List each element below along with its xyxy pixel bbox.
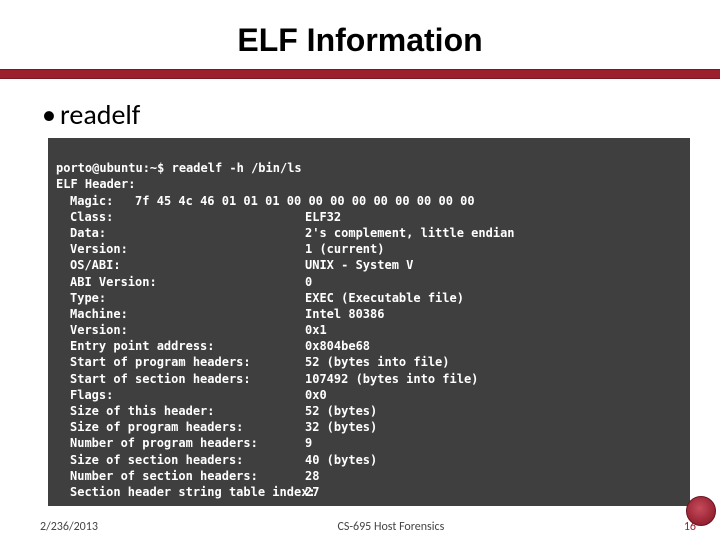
terminal-key: Entry point address: [70,338,305,354]
terminal-row: Start of program headers:52 (bytes into … [56,354,682,370]
bullet-dot: • [42,97,60,132]
magic-value: 7f 45 4c 46 01 01 01 00 00 00 00 00 00 0… [135,194,475,208]
terminal-key: Number of section headers: [70,468,305,484]
terminal-row: Size of section headers:40 (bytes) [56,452,682,468]
terminal-key: Version: [70,241,305,257]
terminal-key: Flags: [70,387,305,403]
terminal-row: OS/ABI:UNIX - System V [56,257,682,273]
terminal-row: Class:ELF32 [56,209,682,225]
terminal-row: Start of section headers:107492 (bytes i… [56,371,682,387]
terminal-block: porto@ubuntu:~$ readelf -h /bin/ls ELF H… [48,138,690,506]
terminal-key: Number of program headers: [70,435,305,451]
footer-course: CS-695 Host Forensics [40,520,696,534]
terminal-key: Start of section headers: [70,371,305,387]
terminal-row: Type:EXEC (Executable file) [56,290,682,306]
terminal-value: 0x1 [305,322,682,338]
terminal-row: Section header string table index:27 [56,484,682,500]
terminal-key: Machine: [70,306,305,322]
terminal-value: 32 (bytes) [305,419,682,435]
terminal-row: Data:2's complement, little endian [56,225,682,241]
terminal-prompt: porto@ubuntu:~$ [56,161,164,175]
terminal-value: 0x0 [305,387,682,403]
footer: 2/236/2013 16 CS-695 Host Forensics [0,520,720,534]
terminal-key: Start of program headers: [70,354,305,370]
magic-label: Magic: [70,194,113,208]
divider-bar [0,69,720,79]
terminal-value: 52 (bytes into file) [305,354,682,370]
terminal-value: 1 (current) [305,241,682,257]
terminal-row: Number of program headers:9 [56,435,682,451]
terminal-key: Type: [70,290,305,306]
terminal-row: ABI Version:0 [56,274,682,290]
slide-title: ELF Information [0,0,720,69]
terminal-row: Size of program headers:32 (bytes) [56,419,682,435]
terminal-value: 0x804be68 [305,338,682,354]
terminal-row: Entry point address:0x804be68 [56,338,682,354]
terminal-row: Version:0x1 [56,322,682,338]
terminal-value: 107492 (bytes into file) [305,371,682,387]
terminal-key: Size of this header: [70,403,305,419]
terminal-value: UNIX - System V [305,257,682,273]
terminal-row: Flags:0x0 [56,387,682,403]
terminal-header: ELF Header: [56,177,135,191]
bullet-item: •readelf [0,79,720,138]
terminal-row: Size of this header:52 (bytes) [56,403,682,419]
terminal-key: Version: [70,322,305,338]
terminal-value: 9 [305,435,682,451]
terminal-key: Size of program headers: [70,419,305,435]
terminal-value: 28 [305,468,682,484]
terminal-key: Data: [70,225,305,241]
terminal-key: Class: [70,209,305,225]
terminal-value: 27 [305,484,682,500]
terminal-command: readelf -h /bin/ls [172,161,302,175]
terminal-value: 2's complement, little endian [305,225,682,241]
terminal-key: Section header string table index: [70,484,305,500]
seal-icon [686,496,716,526]
terminal-key: OS/ABI: [70,257,305,273]
terminal-row: Version:1 (current) [56,241,682,257]
terminal-value: 52 (bytes) [305,403,682,419]
bullet-text: readelf [60,97,140,132]
terminal-row: Number of section headers:28 [56,468,682,484]
footer-date: 2/236/2013 [40,520,98,534]
terminal-value: ELF32 [305,209,682,225]
terminal-value: 0 [305,274,682,290]
terminal-key: Size of section headers: [70,452,305,468]
terminal-value: EXEC (Executable file) [305,290,682,306]
terminal-row: Machine:Intel 80386 [56,306,682,322]
terminal-value: 40 (bytes) [305,452,682,468]
terminal-key: ABI Version: [70,274,305,290]
terminal-value: Intel 80386 [305,306,682,322]
